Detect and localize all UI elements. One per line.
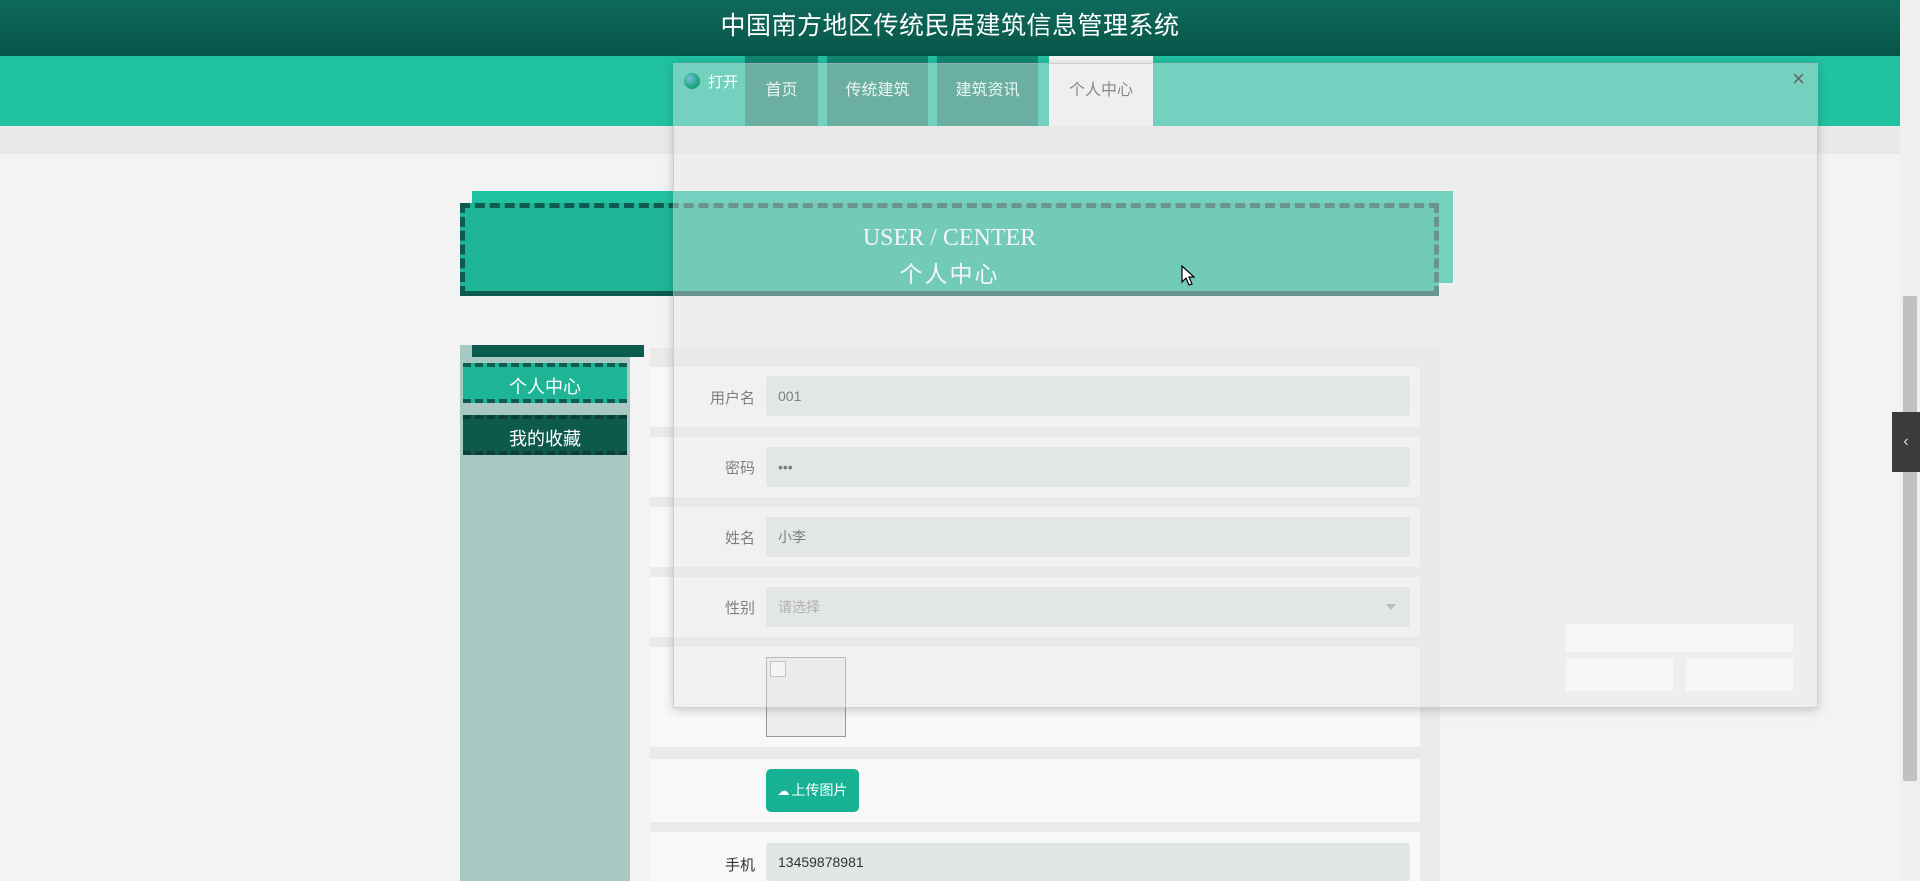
phone-label: 手机 bbox=[724, 857, 755, 874]
close-icon[interactable]: × bbox=[1792, 68, 1805, 90]
app-title: 中国南方地区传统民居建筑信息管理系统 bbox=[720, 12, 1180, 40]
side-panel-toggle-button[interactable]: ‹ bbox=[1892, 412, 1920, 472]
sidebar-top-strip bbox=[472, 345, 644, 357]
chevron-left-icon: ‹ bbox=[1903, 433, 1909, 450]
cloud-upload-icon: ☁ bbox=[777, 784, 790, 798]
sidebar-item-my-favorites[interactable]: 我的收藏 bbox=[463, 415, 627, 455]
sidebar-item-personal-center[interactable]: 个人中心 bbox=[463, 363, 627, 403]
ghost-bar bbox=[1566, 624, 1793, 652]
ghost-box bbox=[1686, 658, 1793, 691]
phone-input[interactable]: 13459878981 bbox=[766, 843, 1410, 881]
overlay-panel: 打开 × bbox=[673, 63, 1818, 708]
overlay-open-button[interactable]: 打开 bbox=[708, 71, 738, 92]
upload-image-button[interactable]: ☁ 上传图片 bbox=[766, 769, 859, 812]
browser-logo-icon bbox=[684, 73, 700, 89]
upload-image-label: 上传图片 bbox=[791, 782, 848, 798]
ghost-box bbox=[1566, 658, 1673, 691]
mouse-cursor-icon bbox=[1181, 265, 1196, 286]
page-scrollbar-thumb[interactable] bbox=[1903, 296, 1917, 781]
